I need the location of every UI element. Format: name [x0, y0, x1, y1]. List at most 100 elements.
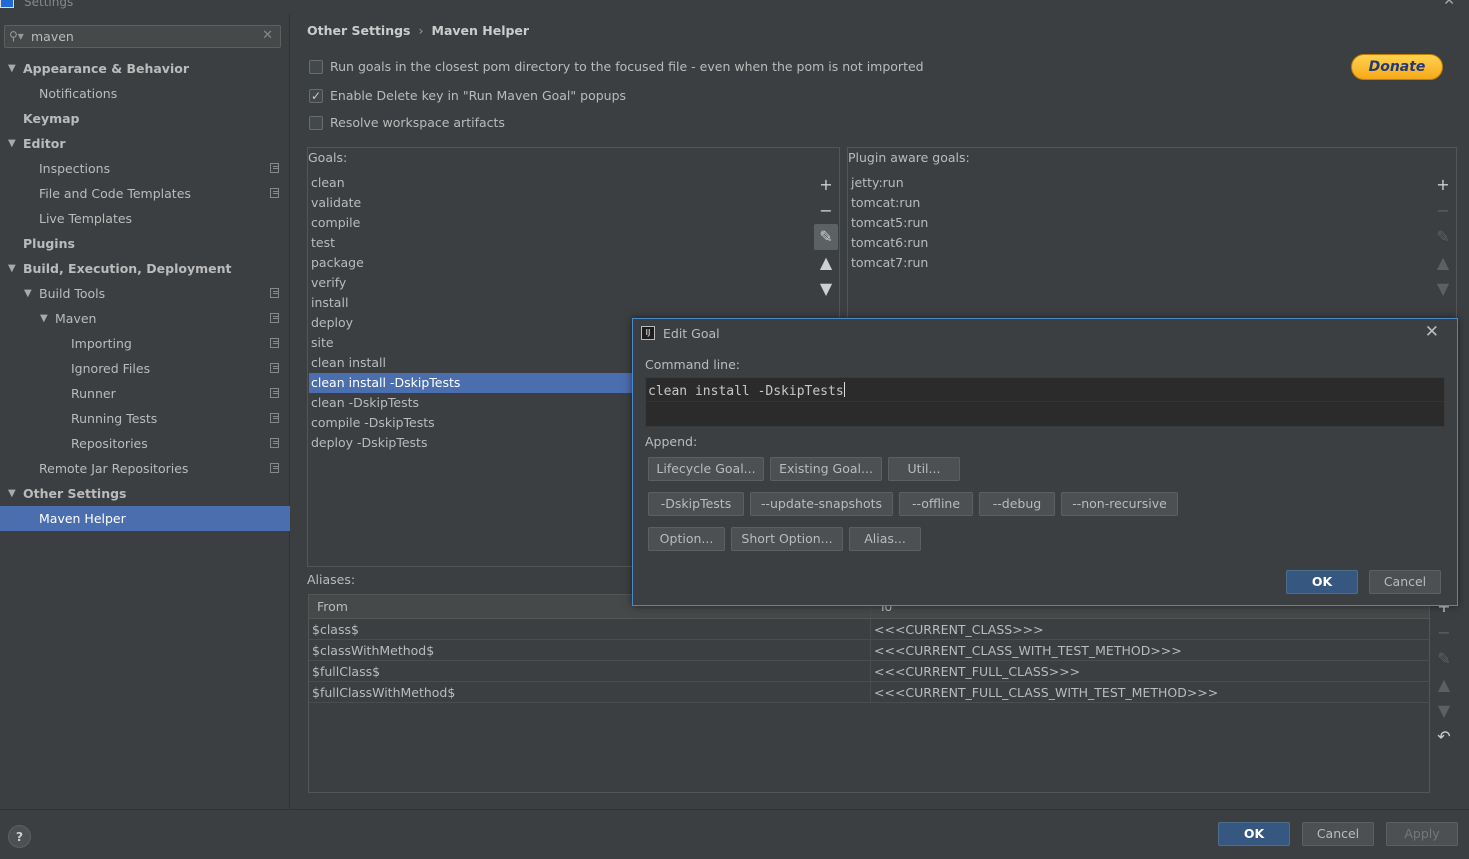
- lifecycle-goal-button[interactable]: Lifecycle Goal...: [648, 457, 764, 481]
- alias-button[interactable]: Alias...: [849, 527, 921, 551]
- window-titlebar: Settings ✕: [0, 0, 1469, 14]
- add-plugin-goal-icon[interactable]: +: [1431, 172, 1455, 198]
- run-goals-label: Run goals in the closest pom directory t…: [330, 59, 924, 74]
- tree-item-runner[interactable]: Runner: [0, 381, 290, 406]
- aliases-toolbar: + − ✎ ▲ ▼ ↶: [1432, 594, 1456, 750]
- aliases-table-body: $class$ <<<CURRENT_CLASS>>> $classWithMeth…: [309, 619, 1429, 703]
- tree-item-label: Running Tests: [71, 411, 158, 426]
- tree-item-editor[interactable]: ▼ Editor: [0, 131, 290, 156]
- remove-goal-icon[interactable]: −: [814, 198, 838, 224]
- search-input[interactable]: [31, 28, 251, 45]
- alias-to-cell[interactable]: <<<CURRENT_CLASS_WITH_TEST_METHOD>>>: [871, 640, 1182, 660]
- move-down-icon[interactable]: ▼: [814, 276, 838, 302]
- alias-from-cell[interactable]: $fullClassWithMethod$: [309, 682, 871, 702]
- update-snapshots-button[interactable]: --update-snapshots: [750, 492, 893, 516]
- window-close-icon[interactable]: ✕: [1443, 0, 1455, 9]
- tree-item-build-execution-deployment[interactable]: ▼ Build, Execution, Deployment: [0, 256, 290, 281]
- restore-defaults-icon[interactable]: ↶: [1432, 724, 1456, 750]
- tree-item-live-templates[interactable]: Live Templates: [0, 206, 290, 231]
- tree-item-label: Runner: [71, 386, 116, 401]
- tree-item-running-tests[interactable]: Running Tests: [0, 406, 290, 431]
- skip-tests-button[interactable]: -DskipTests: [648, 492, 744, 516]
- tree-item-label: Importing: [71, 336, 132, 351]
- expand-arrow-icon[interactable]: ▼: [8, 131, 16, 156]
- table-row[interactable]: $fullClass$ <<<CURRENT_FULL_CLASS>>>: [309, 661, 1429, 682]
- tree-item-ignored-files[interactable]: Ignored Files: [0, 356, 290, 381]
- goal-item[interactable]: package: [309, 253, 812, 273]
- util-button[interactable]: Util...: [888, 457, 960, 481]
- ok-button[interactable]: OK: [1218, 822, 1290, 846]
- plugin-goal-item[interactable]: tomcat5:run: [849, 213, 1429, 233]
- project-scope-icon: [270, 363, 279, 373]
- goal-item[interactable]: validate: [309, 193, 812, 213]
- plugin-goal-item[interactable]: tomcat:run: [849, 193, 1429, 213]
- tree-item-remote-jar-repositories[interactable]: Remote Jar Repositories: [0, 456, 290, 481]
- project-scope-icon: [270, 463, 279, 473]
- tree-item-appearance-behavior[interactable]: ▼ Appearance & Behavior: [0, 56, 290, 81]
- goals-toolbar: + − ✎ ▲ ▼: [814, 172, 838, 302]
- aliases-table: From To $class$ <<<CURRENT_CLASS>>> $class…: [308, 594, 1430, 793]
- cancel-button[interactable]: Cancel: [1302, 822, 1374, 846]
- goal-item[interactable]: compile: [309, 213, 812, 233]
- edit-alias-icon: ✎: [1437, 649, 1451, 668]
- dialog-close-icon[interactable]: ✕: [1425, 322, 1439, 342]
- clear-search-icon[interactable]: ✕: [262, 28, 273, 43]
- alias-move-up-icon: ▲: [1437, 675, 1451, 694]
- tree-item-plugins[interactable]: Plugins: [0, 231, 290, 256]
- goal-item[interactable]: verify: [309, 273, 812, 293]
- tree-item-repositories[interactable]: Repositories: [0, 431, 290, 456]
- window-title: Settings: [24, 0, 74, 9]
- resolve-workspace-checkbox[interactable]: [309, 116, 323, 130]
- donate-button[interactable]: Donate: [1351, 54, 1443, 80]
- goal-item[interactable]: clean: [309, 173, 812, 193]
- expand-arrow-icon[interactable]: ▼: [8, 481, 16, 506]
- breadcrumb: Other Settings › Maven Helper: [307, 23, 529, 38]
- enable-delete-checkbox[interactable]: [309, 86, 323, 106]
- plugin-goal-item[interactable]: tomcat7:run: [849, 253, 1429, 273]
- tree-item-build-tools[interactable]: ▼ Build Tools: [0, 281, 290, 306]
- tree-item-importing[interactable]: Importing: [0, 331, 290, 356]
- option-button[interactable]: Option...: [648, 527, 725, 551]
- alias-from-cell[interactable]: $classWithMethod$: [309, 640, 871, 660]
- tree-item-label: Build Tools: [39, 286, 106, 301]
- non-recursive-button[interactable]: --non-recursive: [1061, 492, 1178, 516]
- debug-button[interactable]: --debug: [979, 492, 1055, 516]
- dialog-cancel-button[interactable]: Cancel: [1369, 570, 1441, 594]
- alias-from-cell[interactable]: $class$: [309, 619, 871, 639]
- goal-item[interactable]: install: [309, 293, 812, 313]
- dialog-ok-button[interactable]: OK: [1286, 570, 1358, 594]
- expand-arrow-icon[interactable]: ▼: [8, 256, 16, 281]
- tree-item-file-and-code-templates[interactable]: File and Code Templates: [0, 181, 290, 206]
- command-line-editor[interactable]: clean install -DskipTests: [645, 377, 1445, 427]
- alias-to-cell[interactable]: <<<CURRENT_FULL_CLASS>>>: [871, 661, 1080, 681]
- move-up-icon[interactable]: ▲: [814, 250, 838, 276]
- tree-item-label: Maven Helper: [39, 511, 126, 526]
- goal-item[interactable]: test: [309, 233, 812, 253]
- expand-arrow-icon[interactable]: ▼: [24, 281, 32, 306]
- existing-goal-button[interactable]: Existing Goal...: [770, 457, 882, 481]
- alias-to-cell[interactable]: <<<CURRENT_FULL_CLASS_WITH_TEST_METHOD>>…: [871, 682, 1218, 702]
- short-option-button[interactable]: Short Option...: [731, 527, 843, 551]
- tree-item-notifications[interactable]: Notifications: [0, 81, 290, 106]
- help-icon[interactable]: ?: [8, 825, 31, 848]
- tree-item-maven[interactable]: ▼ Maven: [0, 306, 290, 331]
- tree-item-inspections[interactable]: Inspections: [0, 156, 290, 181]
- add-goal-icon[interactable]: +: [814, 172, 838, 198]
- edit-goal-icon[interactable]: ✎: [814, 224, 838, 250]
- alias-to-cell[interactable]: <<<CURRENT_CLASS>>>: [871, 619, 1044, 639]
- offline-button[interactable]: --offline: [899, 492, 973, 516]
- table-row[interactable]: $fullClassWithMethod$ <<<CURRENT_FULL_CLA…: [309, 682, 1429, 703]
- expand-arrow-icon[interactable]: ▼: [40, 306, 48, 331]
- project-scope-icon: [270, 413, 279, 423]
- alias-move-down-icon: ▼: [1437, 701, 1451, 720]
- alias-from-cell[interactable]: $fullClass$: [309, 661, 871, 681]
- plugin-goal-item[interactable]: jetty:run: [849, 173, 1429, 193]
- table-row[interactable]: $class$ <<<CURRENT_CLASS>>>: [309, 619, 1429, 640]
- tree-item-maven-helper[interactable]: Maven Helper: [0, 506, 290, 531]
- tree-item-keymap[interactable]: Keymap: [0, 106, 290, 131]
- run-goals-checkbox[interactable]: [309, 60, 323, 74]
- table-row[interactable]: $classWithMethod$ <<<CURRENT_CLASS_WITH_T…: [309, 640, 1429, 661]
- tree-item-other-settings[interactable]: ▼ Other Settings: [0, 481, 290, 506]
- plugin-goal-item[interactable]: tomcat6:run: [849, 233, 1429, 253]
- expand-arrow-icon[interactable]: ▼: [8, 56, 16, 81]
